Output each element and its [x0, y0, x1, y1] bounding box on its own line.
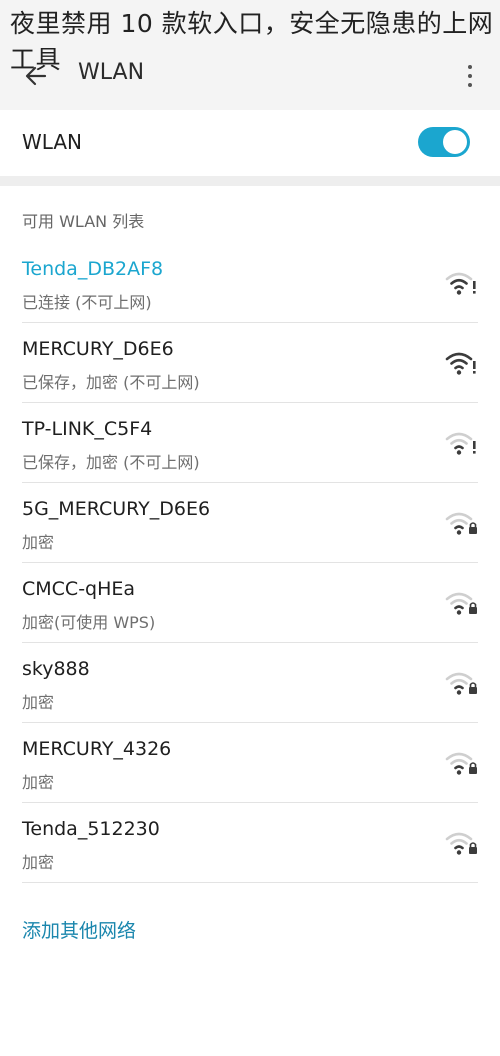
network-item[interactable]: MERCURY_4326 加密: [0, 723, 500, 803]
caption-line-2: 工具: [10, 45, 62, 74]
wlan-switch-label: WLAN: [22, 130, 83, 154]
available-networks-header: 可用 WLAN 列表: [22, 212, 145, 231]
network-status: 加密(可使用 WPS): [22, 613, 156, 632]
wifi-warning-icon: [444, 269, 478, 297]
caption-text: 夜里禁用 10 款软入口，安全无隐患的上网 工具: [10, 6, 498, 78]
network-name: Tenda_DB2AF8: [22, 258, 164, 280]
wifi-warning-icon: [444, 349, 478, 377]
network-status: 加密: [22, 533, 55, 552]
network-name: Tenda_512230: [22, 818, 160, 840]
network-status: 加密: [22, 693, 55, 712]
network-item[interactable]: Tenda_DB2AF8 已连接 (不可上网): [0, 243, 500, 323]
network-item[interactable]: MERCURY_D6E6 已保存，加密 (不可上网): [0, 323, 500, 403]
network-item[interactable]: sky888 加密: [0, 643, 500, 723]
network-item[interactable]: 5G_MERCURY_D6E6 加密: [0, 483, 500, 563]
network-status: 已连接 (不可上网): [22, 293, 152, 312]
network-name: TP-LINK_C5F4: [22, 418, 153, 440]
wlan-toggle[interactable]: [418, 127, 470, 157]
network-status: 已保存，加密 (不可上网): [22, 373, 200, 392]
network-item[interactable]: TP-LINK_C5F4 已保存，加密 (不可上网): [0, 403, 500, 483]
caption-line-1: 夜里禁用 10 款软入口，安全无隐患的上网: [10, 9, 494, 38]
network-status: 已保存，加密 (不可上网): [22, 453, 200, 472]
wifi-lock-icon: [444, 589, 478, 617]
section-divider: [0, 176, 500, 186]
network-item[interactable]: Tenda_512230 加密: [0, 803, 500, 883]
list-divider: [22, 882, 478, 883]
wifi-lock-icon: [444, 829, 478, 857]
network-item[interactable]: CMCC-qHEa 加密(可使用 WPS): [0, 563, 500, 643]
wifi-lock-icon: [444, 509, 478, 537]
toggle-knob: [443, 130, 467, 154]
network-name: MERCURY_D6E6: [22, 338, 174, 360]
add-other-network-link[interactable]: 添加其他网络: [22, 916, 136, 943]
network-list: Tenda_DB2AF8 已连接 (不可上网) MERCURY_D6E6 已保存，加…: [0, 243, 500, 883]
wifi-warning-icon: [444, 429, 478, 457]
wifi-lock-icon: [444, 749, 478, 777]
network-name: sky888: [22, 658, 90, 680]
network-status: 加密: [22, 853, 55, 872]
network-name: CMCC-qHEa: [22, 578, 136, 600]
network-name: MERCURY_4326: [22, 738, 172, 760]
network-name: 5G_MERCURY_D6E6: [22, 498, 211, 520]
wifi-lock-icon: [444, 669, 478, 697]
network-status: 加密: [22, 773, 55, 792]
